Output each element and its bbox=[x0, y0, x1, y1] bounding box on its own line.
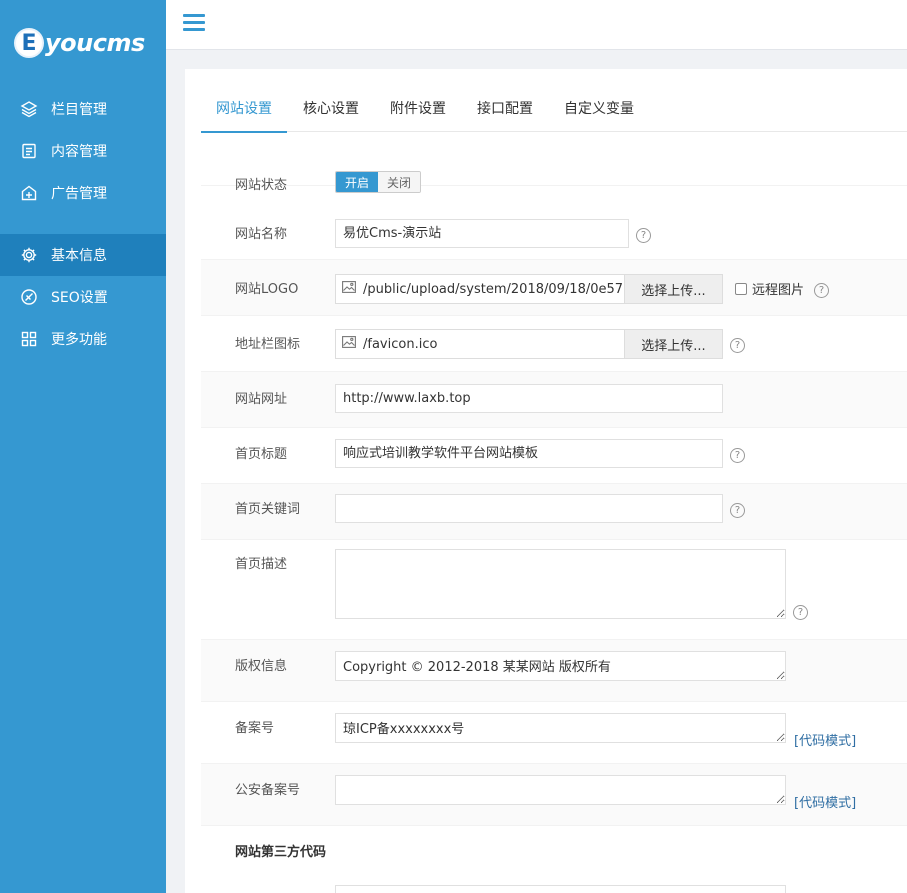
sidebar-item-column[interactable]: 栏目管理 bbox=[0, 88, 166, 130]
sidebar-item-label: 广告管理 bbox=[51, 186, 107, 202]
brand-badge: E bbox=[14, 28, 44, 58]
copyright-textarea[interactable] bbox=[335, 651, 786, 681]
icp-label: 备案号 bbox=[235, 721, 275, 736]
layers-icon bbox=[20, 100, 38, 118]
status-off-option[interactable]: 关闭 bbox=[378, 172, 420, 192]
sidebar-nav: 栏目管理 内容管理 广告管理 基本信息 SEO设置 更多功能 bbox=[0, 88, 166, 360]
grid-icon bbox=[20, 330, 38, 348]
home-title-input[interactable]: 响应式培训教学软件平台网站模板 bbox=[335, 439, 723, 468]
brand-logo[interactable]: E youcms bbox=[0, 0, 166, 86]
url-label: 网站网址 bbox=[235, 392, 288, 407]
third-party-code-textarea[interactable] bbox=[335, 885, 786, 893]
logo-label: 网站LOGO bbox=[235, 282, 299, 297]
tab-site-settings[interactable]: 网站设置 bbox=[201, 87, 287, 133]
sidebar-item-label: 基本信息 bbox=[51, 248, 107, 264]
sidebar-item-basic-info[interactable]: 基本信息 bbox=[0, 234, 166, 276]
tab-api-config[interactable]: 接口配置 bbox=[462, 87, 548, 132]
sidebar-item-label: 内容管理 bbox=[51, 144, 107, 160]
form-row-status bbox=[201, 132, 907, 186]
police-textarea[interactable] bbox=[335, 775, 786, 805]
icp-code-mode-link[interactable]: [代码模式] bbox=[794, 730, 856, 749]
icp-textarea[interactable] bbox=[335, 713, 786, 743]
main-content: 网站设置 核心设置 附件设置 接口配置 自定义变量 网站状态 开启 关闭 网站名… bbox=[185, 69, 907, 893]
logo-upload-button[interactable]: 选择上传... bbox=[624, 275, 722, 303]
keywords-label: 首页关键词 bbox=[235, 502, 301, 517]
logo-path-field[interactable]: /public/upload/system/2018/09/18/0e57 bbox=[336, 281, 624, 297]
favicon-path-field[interactable]: /favicon.ico bbox=[336, 336, 624, 352]
sidebar-item-label: 栏目管理 bbox=[51, 102, 107, 118]
menu-toggle-icon[interactable] bbox=[183, 14, 205, 34]
sidebar: E youcms 栏目管理 内容管理 广告管理 基本信息 SEO设置 更多功能 bbox=[0, 0, 166, 893]
site-name-input[interactable]: 易优Cms-演示站 bbox=[335, 219, 629, 248]
logo-path-text: /public/upload/system/2018/09/18/0e57 bbox=[363, 281, 624, 297]
remote-image-checkbox[interactable]: 远程图片 bbox=[735, 279, 804, 298]
help-icon[interactable]: ? bbox=[730, 448, 745, 463]
help-icon[interactable]: ? bbox=[793, 605, 808, 620]
help-icon[interactable]: ? bbox=[636, 228, 651, 243]
ad-icon bbox=[20, 184, 38, 202]
document-icon bbox=[20, 142, 38, 160]
third-party-code-heading: 网站第三方代码 bbox=[235, 845, 327, 860]
sidebar-separator bbox=[0, 214, 166, 234]
police-label: 公安备案号 bbox=[235, 783, 301, 798]
name-label: 网站名称 bbox=[235, 227, 288, 242]
tab-core-settings[interactable]: 核心设置 bbox=[288, 87, 374, 132]
status-label: 网站状态 bbox=[235, 178, 288, 193]
favicon-label: 地址栏图标 bbox=[235, 337, 301, 352]
seo-icon bbox=[20, 288, 38, 306]
help-icon[interactable]: ? bbox=[814, 283, 829, 298]
status-toggle[interactable]: 开启 关闭 bbox=[335, 171, 421, 193]
favicon-upload-button[interactable]: 选择上传... bbox=[624, 330, 722, 358]
description-label: 首页描述 bbox=[235, 557, 288, 572]
sidebar-item-label: 更多功能 bbox=[51, 332, 107, 348]
remote-image-label: 远程图片 bbox=[752, 283, 805, 298]
help-icon[interactable]: ? bbox=[730, 338, 745, 353]
checkbox-box[interactable] bbox=[735, 282, 747, 295]
sidebar-item-ads[interactable]: 广告管理 bbox=[0, 172, 166, 214]
gear-icon bbox=[20, 246, 38, 264]
status-on-option[interactable]: 开启 bbox=[336, 172, 378, 192]
image-icon bbox=[342, 336, 356, 352]
home-keywords-input[interactable] bbox=[335, 494, 723, 523]
tab-attachment-settings[interactable]: 附件设置 bbox=[375, 87, 461, 132]
sidebar-item-seo[interactable]: SEO设置 bbox=[0, 276, 166, 318]
image-icon bbox=[342, 281, 356, 297]
settings-tabs: 网站设置 核心设置 附件设置 接口配置 自定义变量 bbox=[201, 87, 907, 133]
favicon-upload: /favicon.ico 选择上传... bbox=[335, 329, 723, 359]
site-url-input[interactable]: http://www.laxb.top bbox=[335, 384, 723, 413]
tab-custom-variables[interactable]: 自定义变量 bbox=[549, 87, 649, 132]
sidebar-item-content[interactable]: 内容管理 bbox=[0, 130, 166, 172]
sidebar-item-more[interactable]: 更多功能 bbox=[0, 318, 166, 360]
logo-upload: /public/upload/system/2018/09/18/0e57 选择… bbox=[335, 274, 723, 304]
title-label: 首页标题 bbox=[235, 447, 288, 462]
top-bar bbox=[166, 0, 907, 50]
brand-name: youcms bbox=[45, 29, 145, 57]
sidebar-item-label: SEO设置 bbox=[51, 290, 108, 306]
home-description-textarea[interactable] bbox=[335, 549, 786, 619]
police-code-mode-link[interactable]: [代码模式] bbox=[794, 792, 856, 811]
copyright-label: 版权信息 bbox=[235, 659, 288, 674]
help-icon[interactable]: ? bbox=[730, 503, 745, 518]
favicon-path-text: /favicon.ico bbox=[363, 336, 438, 352]
